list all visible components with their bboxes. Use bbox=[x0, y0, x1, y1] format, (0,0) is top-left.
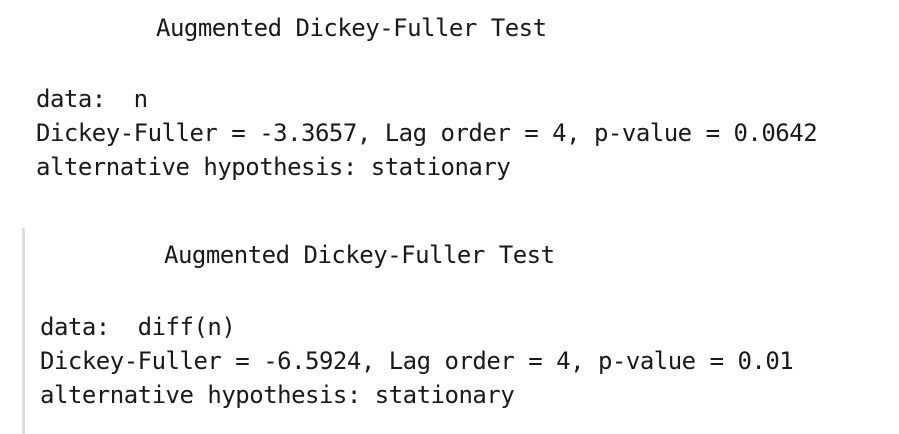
statistic-line: Dickey-Fuller = -6.5924, Lag order = 4, … bbox=[40, 347, 794, 375]
statistic-line: Dickey-Fuller = -3.3657, Lag order = 4, … bbox=[36, 119, 818, 147]
blockquote-bar bbox=[22, 228, 25, 434]
alternative-hypothesis-line: alternative hypothesis: stationary bbox=[40, 381, 515, 409]
data-line: data: n bbox=[36, 85, 148, 113]
data-line: data: diff(n) bbox=[40, 313, 236, 341]
adf-test-output-1: Augmented Dickey-Fuller Test data: n Dic… bbox=[0, 0, 899, 200]
alternative-hypothesis-line: alternative hypothesis: stationary bbox=[36, 153, 511, 181]
test-title: Augmented Dickey-Fuller Test bbox=[164, 241, 555, 269]
test-title: Augmented Dickey-Fuller Test bbox=[156, 14, 547, 42]
adf-test-output-2: Augmented Dickey-Fuller Test data: diff(… bbox=[0, 228, 899, 434]
